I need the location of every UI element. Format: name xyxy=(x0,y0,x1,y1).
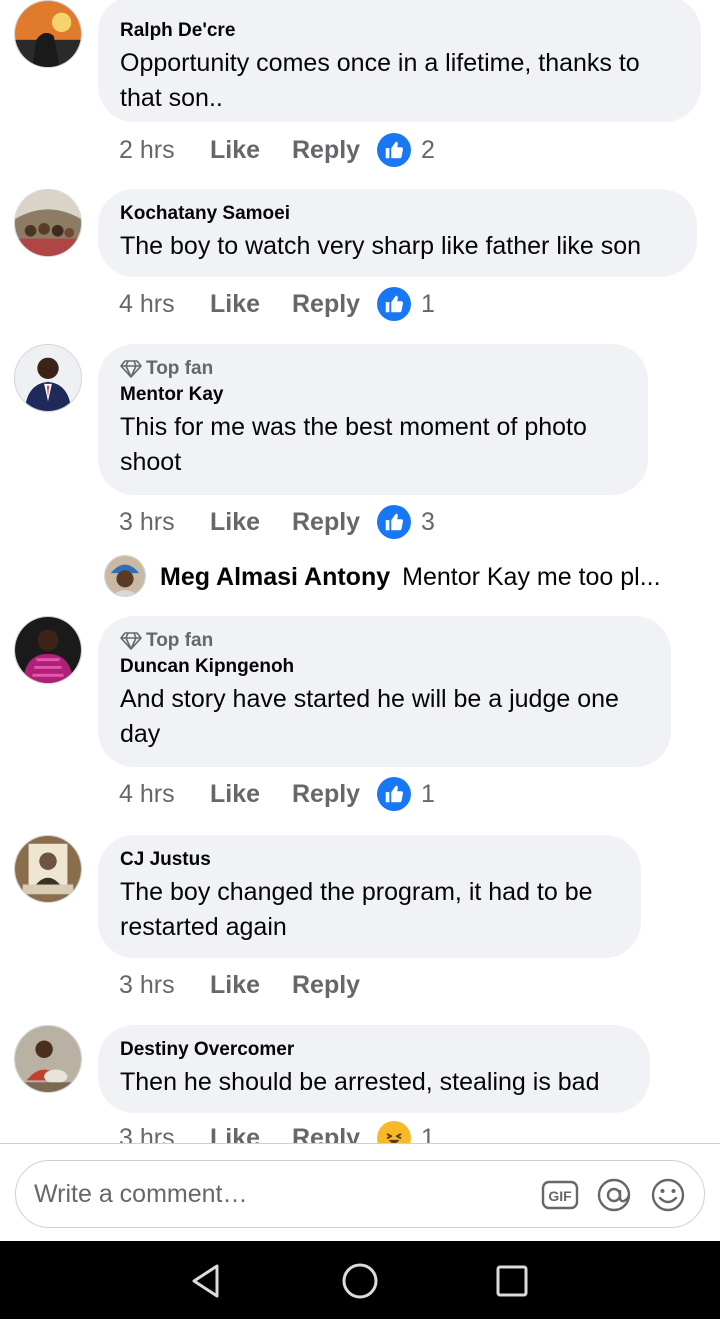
mention-button[interactable] xyxy=(595,1176,633,1214)
comment-time[interactable]: 4 hrs xyxy=(119,780,210,809)
reaction-count: 2 xyxy=(421,135,435,164)
reply-button[interactable]: Reply xyxy=(292,1124,377,1144)
mention-icon xyxy=(597,1178,631,1212)
comment-composer: GIF xyxy=(0,1143,720,1241)
reply-author[interactable]: Meg Almasi Antony xyxy=(160,563,390,591)
back-button[interactable] xyxy=(186,1261,226,1301)
badge-label: Top fan xyxy=(146,630,214,651)
comment-actions: 2 hrs Like Reply 2 xyxy=(119,132,435,168)
reaction-count: 1 xyxy=(421,1123,435,1144)
reaction-summary[interactable]: 2 xyxy=(377,133,435,167)
comment-text: Then he should be arrested, stealing is … xyxy=(120,1068,600,1096)
comment-bubble: CJ Justus The boy changed the program, i… xyxy=(98,835,641,958)
comment-input[interactable] xyxy=(34,1161,514,1227)
comment-time[interactable]: 4 hrs xyxy=(119,290,210,319)
reply-text: Mentor Kay me too pl... xyxy=(402,563,661,591)
recents-square-icon xyxy=(496,1265,528,1297)
comment-text: The boy to watch very sharp like father … xyxy=(120,232,642,260)
comment-author[interactable]: Duncan Kipngenoh xyxy=(120,654,649,680)
reaction-summary[interactable]: 1 xyxy=(377,287,435,321)
reply-button[interactable]: Reply xyxy=(292,971,377,1000)
comment-bubble: Top fan Duncan Kipngenoh And story have … xyxy=(98,616,671,767)
comment-text: Opportunity comes once in a lifetime, th… xyxy=(120,49,640,112)
avatar[interactable] xyxy=(14,189,82,257)
diamond-icon xyxy=(120,360,142,378)
reaction-summary[interactable]: 3 xyxy=(377,505,435,539)
comment-bubble: Top fan Mentor Kay This for me was the b… xyxy=(98,344,648,495)
comment-actions: 3 hrs Like Reply 3 xyxy=(119,504,435,540)
comment-bubble: Ralph De'cre Opportunity comes once in a… xyxy=(98,0,701,122)
gif-icon: GIF xyxy=(541,1180,579,1210)
comment-text: The boy changed the program, it had to b… xyxy=(120,878,593,941)
reaction-count: 3 xyxy=(421,507,435,536)
like-button[interactable]: Like xyxy=(210,136,292,165)
avatar[interactable] xyxy=(14,616,82,684)
emoji-button[interactable] xyxy=(649,1176,687,1214)
thumbs-up-icon xyxy=(377,777,411,811)
thumbs-up-icon xyxy=(377,133,411,167)
reply-avatar[interactable] xyxy=(104,555,146,597)
comment-input-box[interactable]: GIF xyxy=(15,1160,705,1228)
comment-text: And story have started he will be a judg… xyxy=(120,685,619,748)
like-button[interactable]: Like xyxy=(210,1124,292,1144)
comment-time[interactable]: 3 hrs xyxy=(119,971,210,1000)
top-fan-badge: Top fan xyxy=(120,628,649,654)
comment-actions: 4 hrs Like Reply 1 xyxy=(119,776,435,812)
comment-author[interactable]: Destiny Overcomer xyxy=(120,1037,628,1063)
comment-bubble: Kochatany Samoei The boy to watch very s… xyxy=(98,189,697,277)
comment-author[interactable]: CJ Justus xyxy=(120,847,619,873)
comment-time[interactable]: 3 hrs xyxy=(119,508,210,537)
reaction-summary[interactable]: 1 xyxy=(377,1121,435,1143)
home-circle-icon xyxy=(342,1263,378,1299)
comment-time[interactable]: 3 hrs xyxy=(119,1124,210,1144)
comments-feed: Ralph De'cre Opportunity comes once in a… xyxy=(0,0,720,1143)
home-button[interactable] xyxy=(340,1261,380,1301)
system-nav-bar xyxy=(0,1241,720,1319)
haha-icon xyxy=(377,1121,411,1143)
comment-actions: 3 hrs Like Reply 1 xyxy=(119,1120,435,1143)
like-button[interactable]: Like xyxy=(210,780,292,809)
comment-actions: 4 hrs Like Reply 1 xyxy=(119,286,435,322)
comment-bubble: Destiny Overcomer Then he should be arre… xyxy=(98,1025,650,1113)
gif-button[interactable]: GIF xyxy=(541,1176,579,1214)
comment-author[interactable]: Mentor Kay xyxy=(120,382,626,408)
reaction-count: 1 xyxy=(421,289,435,318)
reply-button[interactable]: Reply xyxy=(292,508,377,537)
reply-button[interactable]: Reply xyxy=(292,136,377,165)
reply-preview[interactable]: Meg Almasi Antony Mentor Kay me too pl... xyxy=(160,558,661,596)
reaction-summary[interactable]: 1 xyxy=(377,777,435,811)
reply-button[interactable]: Reply xyxy=(292,290,377,319)
reaction-count: 1 xyxy=(421,779,435,808)
badge-label: Top fan xyxy=(146,358,214,379)
comment-time[interactable]: 2 hrs xyxy=(119,136,210,165)
comment-text: This for me was the best moment of photo… xyxy=(120,413,587,476)
thumbs-up-icon xyxy=(377,287,411,321)
thumbs-up-icon xyxy=(377,505,411,539)
comment-actions: 3 hrs Like Reply xyxy=(119,967,377,1003)
top-fan-badge: Top fan xyxy=(120,356,626,382)
avatar[interactable] xyxy=(14,835,82,903)
avatar[interactable] xyxy=(14,1025,82,1093)
avatar[interactable] xyxy=(14,0,82,68)
like-button[interactable]: Like xyxy=(210,508,292,537)
gif-label: GIF xyxy=(548,1188,572,1204)
comment-author[interactable]: Kochatany Samoei xyxy=(120,201,675,227)
like-button[interactable]: Like xyxy=(210,290,292,319)
emoji-icon xyxy=(651,1178,685,1212)
recents-button[interactable] xyxy=(492,1261,532,1301)
reply-button[interactable]: Reply xyxy=(292,780,377,809)
diamond-icon xyxy=(120,632,142,650)
back-triangle-icon xyxy=(192,1264,219,1298)
like-button[interactable]: Like xyxy=(210,971,292,1000)
avatar[interactable] xyxy=(14,344,82,412)
comment-author[interactable]: Ralph De'cre xyxy=(120,18,679,44)
